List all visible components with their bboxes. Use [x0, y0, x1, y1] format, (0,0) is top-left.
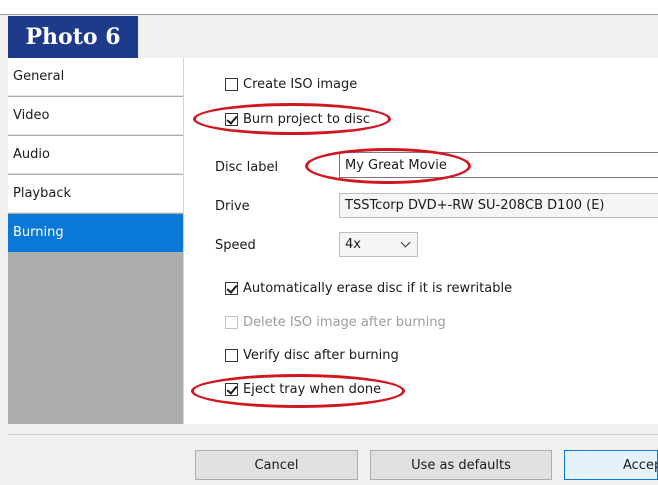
auto-erase-checkbox[interactable] — [225, 282, 238, 295]
checkmark-icon — [226, 383, 238, 395]
create-iso-label: Create ISO image — [243, 77, 358, 92]
eject-tray-label: Eject tray when done — [243, 382, 382, 397]
speed-label: Speed — [215, 238, 256, 253]
delete-iso-label: Delete ISO image after burning — [243, 315, 446, 330]
sidebar-item-burning[interactable]: Burning — [8, 214, 183, 252]
verify-disc-label: Verify disc after burning — [243, 348, 399, 363]
speed-select[interactable]: 4x — [339, 232, 418, 257]
create-iso-checkbox[interactable] — [225, 78, 238, 91]
drive-select[interactable]: TSSTcorp DVD+-RW SU-208CB D100 (E) — [339, 193, 658, 218]
checkmark-icon — [226, 282, 238, 294]
footer-divider — [8, 434, 658, 435]
eject-tray-checkbox[interactable] — [225, 383, 238, 396]
cancel-button[interactable]: Cancel — [195, 450, 358, 480]
verify-disc-checkbox[interactable] — [225, 349, 238, 362]
disc-label-label: Disc label — [215, 160, 279, 175]
auto-erase-label: Automatically erase disc if it is rewrit… — [243, 281, 513, 296]
photo-caption-label: Photo 6 — [8, 16, 138, 58]
sidebar-item-general[interactable]: General — [8, 58, 183, 96]
burning-settings-pane: Create ISO image Burn project to disc Di… — [183, 58, 658, 424]
chevron-down-icon — [400, 237, 411, 248]
disc-label-input[interactable]: My Great Movie — [339, 152, 658, 178]
speed-value: 4x — [345, 237, 361, 252]
checkmark-icon — [226, 113, 238, 125]
sidebar-item-audio[interactable]: Audio — [8, 136, 183, 174]
delete-iso-checkbox[interactable] — [225, 316, 238, 329]
use-as-defaults-button[interactable]: Use as defaults — [370, 450, 552, 480]
sidebar-item-video[interactable]: Video — [8, 97, 183, 135]
sidebar: General Video Audio Playback Burning — [8, 58, 183, 424]
burn-project-checkbox[interactable] — [225, 113, 238, 126]
drive-label: Drive — [215, 199, 250, 214]
sidebar-item-playback[interactable]: Playback — [8, 175, 183, 213]
accept-button[interactable]: Accep — [564, 450, 658, 480]
burn-project-label: Burn project to disc — [243, 112, 370, 127]
